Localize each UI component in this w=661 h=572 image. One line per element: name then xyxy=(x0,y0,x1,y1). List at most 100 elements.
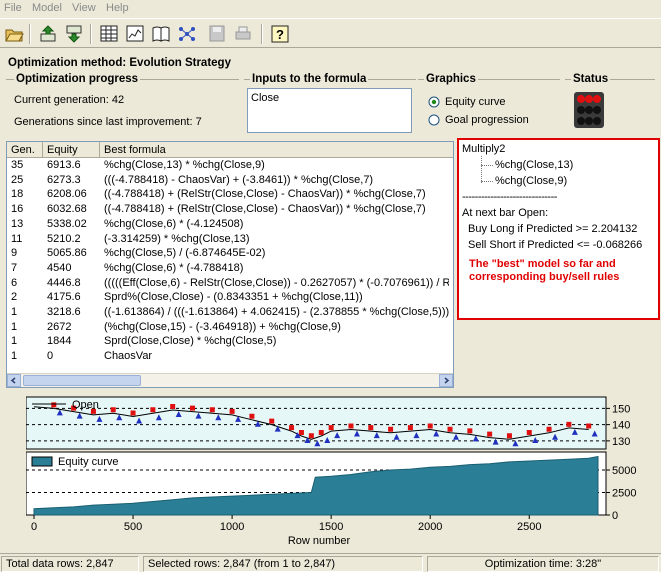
cell-equity: 6208.06 xyxy=(47,188,87,201)
model-child-2: %chg(Close,9) xyxy=(495,175,568,187)
model-root: Multiply2 xyxy=(462,143,506,155)
table-row[interactable]: 1 3218.6 ((-1.613864) / (((-1.613864) + 4.… xyxy=(7,306,453,321)
sell-marker xyxy=(427,423,433,429)
cell-equity: 4175.6 xyxy=(47,291,81,304)
sell-marker xyxy=(447,426,453,432)
cell-gen: 7 xyxy=(11,261,18,274)
cell-formula: Sprd(Close,Close) * %chg(Close,5) xyxy=(104,335,277,348)
table-row[interactable]: 18 6208.06 ((-4.788418) + (RelStr(Close,Cl… xyxy=(7,188,453,203)
menu-model[interactable]: Model xyxy=(32,2,62,14)
sell-marker xyxy=(318,430,324,435)
total-rows: Total data rows: 2,847 xyxy=(1,556,139,572)
method-title: Optimization method: Evolution Strategy xyxy=(8,57,231,69)
optimization-time: Optimization time: 3:28" xyxy=(427,556,659,572)
price-tick-label: 150 xyxy=(612,403,630,415)
table-row[interactable]: 1 0 ChaosVar xyxy=(7,350,453,365)
table-row[interactable]: 35 6913.6 %chg(Close,13) * %chg(Close,9) xyxy=(7,159,453,174)
annotation-line-1: The "best" model so far and xyxy=(469,258,616,270)
cell-equity: 1844 xyxy=(47,335,72,348)
cell-equity: 3218.6 xyxy=(47,306,81,318)
sell-marker xyxy=(586,423,592,429)
x-tick-label: 2000 xyxy=(418,521,442,533)
cell-gen: 1 xyxy=(11,335,18,348)
table-row[interactable]: 13 5338.02 %chg(Close,6) * (-4.124508) xyxy=(7,218,453,233)
network-icon[interactable] xyxy=(176,23,198,45)
col-header-equity[interactable]: Equity xyxy=(43,142,100,158)
sell-marker xyxy=(487,431,493,437)
scroll-thumb[interactable] xyxy=(23,375,141,386)
cell-equity: 4540 xyxy=(47,261,72,274)
open-icon[interactable] xyxy=(3,23,25,45)
cell-gen: 2 xyxy=(11,291,18,304)
cell-equity: 0 xyxy=(47,350,54,363)
table-row[interactable]: 6 4446.8 (((((Eff(Close,6) - RelStr(Close,… xyxy=(7,277,453,292)
col-header-formula[interactable]: Best formula xyxy=(100,142,453,158)
cell-gen: 25 xyxy=(11,173,24,186)
table-row[interactable]: 11 5210.2 (-3.314259) * %chg(Close,13) xyxy=(7,233,453,248)
status-bar: Total data rows: 2,847 Selected rows: 2,… xyxy=(0,553,661,572)
col-header-gen[interactable]: Gen. xyxy=(7,142,43,158)
chart-icon[interactable] xyxy=(124,23,146,45)
sell-marker xyxy=(506,433,512,439)
book-icon[interactable] xyxy=(150,23,172,45)
progress-heading: Optimization progress xyxy=(14,73,141,85)
help-icon[interactable]: ? xyxy=(269,23,291,45)
sell-marker xyxy=(209,407,215,413)
cell-equity: 5338.02 xyxy=(47,217,87,230)
table-row[interactable]: 1 1844 Sprd(Close,Close) * %chg(Close,5) xyxy=(7,335,453,350)
model-child-1: %chg(Close,13) xyxy=(495,159,574,171)
radio-goal-progression-label[interactable]: Goal progression xyxy=(445,114,529,126)
table-row[interactable]: 25 6273.3 (((-4.788418) - ChaosVar) + (-3.… xyxy=(7,174,453,189)
cell-gen: 1 xyxy=(11,350,18,363)
cell-formula: (-3.314259) * %chg(Close,13) xyxy=(104,232,250,245)
import-icon[interactable] xyxy=(63,23,85,45)
cell-gen: 11 xyxy=(11,232,23,245)
cell-formula: (((-4.788418) - ChaosVar) + (-3.8461)) *… xyxy=(104,173,374,186)
radio-equity-curve-label[interactable]: Equity curve xyxy=(445,96,506,108)
sell-marker xyxy=(566,421,572,427)
table-row[interactable]: 7 4540 %chg(Close,6) * (-4.788418) xyxy=(7,262,453,277)
x-tick-label: 1000 xyxy=(220,521,244,533)
sell-marker xyxy=(388,426,394,432)
radio-equity-curve[interactable] xyxy=(428,96,440,111)
scroll-right-icon[interactable] xyxy=(439,374,453,387)
cell-formula: ((-4.788418) + (RelStr(Close,Close) - Ch… xyxy=(104,188,426,201)
print-icon xyxy=(232,23,254,45)
table-row[interactable]: 16 6032.68 ((-4.788418) + (RelStr(Close,Cl… xyxy=(7,203,453,218)
table-row[interactable]: 9 5065.86 %chg(Close,5) / (-6.874645E-02) xyxy=(7,247,453,262)
equity-legend-swatch xyxy=(31,456,53,467)
price-tick-label: 130 xyxy=(612,436,630,448)
sell-marker xyxy=(289,425,295,431)
sell-marker xyxy=(110,407,116,413)
sell-marker xyxy=(189,405,195,411)
table-body: 35 6913.6 %chg(Close,13) * %chg(Close,9) 25… xyxy=(7,159,453,373)
cell-gen: 1 xyxy=(11,306,18,318)
sell-marker xyxy=(130,410,136,416)
table-row[interactable]: 1 2672 (%chg(Close,15) - (-3.464918)) + %c… xyxy=(7,321,453,336)
equity-legend-label: Equity curve xyxy=(58,456,119,468)
table-row[interactable]: 2 4175.6 Sprd%(Close,Close) - (0.8343351 +… xyxy=(7,291,453,306)
sell-marker xyxy=(170,404,176,409)
results-table[interactable]: Gen. Equity Best formula 35 6913.6 %chg(Cl… xyxy=(6,141,454,388)
radio-goal-progression[interactable] xyxy=(428,114,440,129)
menu-file[interactable]: File xyxy=(4,2,22,14)
sell-marker xyxy=(249,413,255,419)
scroll-left-icon[interactable] xyxy=(7,374,21,387)
input-item[interactable]: Close xyxy=(251,92,279,104)
horizontal-scrollbar[interactable] xyxy=(7,373,453,387)
inputs-list[interactable]: Close xyxy=(247,88,412,133)
table-icon[interactable] xyxy=(98,23,120,45)
cell-equity: 6913.6 xyxy=(47,159,81,171)
cell-formula: ((-4.788418) + (RelStr(Close,Close) - Ch… xyxy=(104,203,426,216)
equity-tick-label: 0 xyxy=(612,510,618,522)
status-heading: Status xyxy=(571,73,611,85)
x-tick-label: 1500 xyxy=(319,521,343,533)
sell-marker xyxy=(546,426,552,432)
price-legend-label: Open xyxy=(72,399,99,411)
export-icon[interactable] xyxy=(37,23,59,45)
menu-view[interactable]: View xyxy=(72,2,96,14)
sell-marker xyxy=(150,407,156,413)
menu-help[interactable]: Help xyxy=(106,2,129,14)
x-tick-label: 2500 xyxy=(517,521,541,533)
inputs-heading: Inputs to the formula xyxy=(250,73,369,85)
